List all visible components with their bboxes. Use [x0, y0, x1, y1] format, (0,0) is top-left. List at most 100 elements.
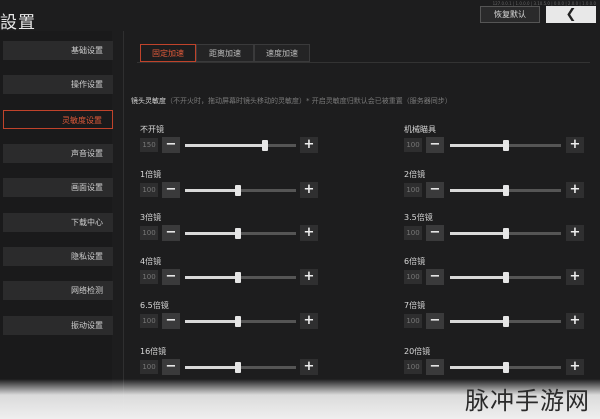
plus-button[interactable]: + [300, 182, 318, 198]
sensitivity-slider[interactable] [185, 362, 296, 373]
sensitivity-slider[interactable] [450, 272, 561, 283]
scope-value[interactable]: 150 [140, 138, 158, 152]
back-button[interactable]: ❮ [546, 6, 596, 23]
sensitivity-slider[interactable] [450, 185, 561, 196]
sensitivity-slider[interactable] [185, 272, 296, 283]
slider-thumb[interactable] [502, 185, 509, 196]
minus-button[interactable]: − [162, 182, 180, 198]
slider-thumb[interactable] [502, 316, 509, 327]
slider-thumb[interactable] [235, 362, 242, 373]
minus-button[interactable]: − [426, 182, 444, 198]
scope-value[interactable]: 100 [140, 314, 158, 328]
minus-button[interactable]: − [162, 359, 180, 375]
reset-default-button[interactable]: 恢复默认 [480, 6, 540, 23]
sensitivity-slider[interactable] [450, 228, 561, 239]
scope-label: 3倍镜 [140, 213, 162, 222]
section-title-text: 镜头灵敏度 [131, 97, 166, 105]
slider-fill [185, 144, 265, 147]
watermark: 脉冲手游网 [465, 387, 590, 415]
tab-fixed-accel[interactable]: 固定加速 [140, 44, 196, 62]
minus-button[interactable]: − [162, 225, 180, 241]
minus-button[interactable]: − [162, 313, 180, 329]
slider-fill [450, 189, 506, 192]
slider-thumb[interactable] [502, 228, 509, 239]
scope-label: 机械瞄具 [404, 125, 436, 134]
scope-label: 7倍镜 [404, 301, 426, 310]
sensitivity-slider[interactable] [450, 362, 561, 373]
scope-value[interactable]: 100 [404, 270, 422, 284]
sidebar-item-basic[interactable]: 基础设置 [3, 41, 113, 60]
sensitivity-slider[interactable] [450, 316, 561, 327]
scope-label: 20倍镜 [404, 347, 431, 356]
scope-value[interactable]: 100 [140, 183, 158, 197]
tab-distance-accel[interactable]: 距离加速 [196, 44, 254, 62]
sidebar-item-privacy[interactable]: 隐私设置 [3, 247, 113, 266]
plus-button[interactable]: + [300, 225, 318, 241]
sidebar-item-downloads[interactable]: 下载中心 [3, 213, 113, 232]
minus-button[interactable]: − [426, 313, 444, 329]
slider-thumb[interactable] [235, 185, 242, 196]
scope-value[interactable]: 100 [140, 270, 158, 284]
scope-value[interactable]: 100 [404, 226, 422, 240]
slider-fill [185, 320, 239, 323]
scope-label: 不开镜 [140, 125, 164, 134]
divider [123, 31, 124, 419]
slider-thumb[interactable] [235, 272, 242, 283]
scope-value[interactable]: 100 [404, 138, 422, 152]
sidebar-item-network[interactable]: 网络检测 [3, 281, 113, 300]
slider-fill [450, 320, 506, 323]
scope-value[interactable]: 100 [404, 360, 422, 374]
slider-thumb[interactable] [235, 228, 242, 239]
scope-label: 16倍镜 [140, 347, 167, 356]
slider-thumb[interactable] [261, 140, 268, 151]
sidebar-item-sound[interactable]: 声音设置 [3, 144, 113, 163]
sensitivity-slider[interactable] [185, 140, 296, 151]
slider-fill [450, 232, 506, 235]
scope-value[interactable]: 100 [140, 360, 158, 374]
slider-fill [185, 366, 239, 369]
plus-button[interactable]: + [566, 313, 584, 329]
sidebar: 基础设置 操作设置 灵敏度设置 声音设置 画面设置 下载中心 隐私设置 网络检测… [0, 31, 113, 419]
chevron-left-icon: ❮ [565, 7, 577, 22]
slider-thumb[interactable] [502, 140, 509, 151]
plus-button[interactable]: + [566, 137, 584, 153]
minus-button[interactable]: − [426, 359, 444, 375]
slider-fill [450, 366, 506, 369]
settings-screen: 設置 127.0.0.1 | 1.0.0.0 | 3.10.5.0 | 0.0.… [0, 0, 600, 419]
sidebar-item-sensitivity[interactable]: 灵敏度设置 [3, 110, 113, 129]
scope-value[interactable]: 100 [404, 183, 422, 197]
plus-button[interactable]: + [566, 359, 584, 375]
plus-button[interactable]: + [300, 359, 318, 375]
plus-button[interactable]: + [566, 269, 584, 285]
minus-button[interactable]: − [426, 225, 444, 241]
sidebar-item-graphics[interactable]: 画面设置 [3, 178, 113, 197]
tab-speed-accel[interactable]: 速度加速 [254, 44, 310, 62]
sensitivity-slider[interactable] [185, 316, 296, 327]
slider-thumb[interactable] [502, 272, 509, 283]
minus-button[interactable]: − [426, 137, 444, 153]
slider-fill [185, 276, 239, 279]
sidebar-item-vibration[interactable]: 振动设置 [3, 316, 113, 335]
sensitivity-slider[interactable] [185, 228, 296, 239]
section-title: 镜头灵敏度（不开火时，拖动屏幕时镜头移动的灵敏度）* 开启灵敏度归默认会已被重置… [131, 96, 452, 106]
minus-button[interactable]: − [426, 269, 444, 285]
scope-label: 2倍镜 [404, 170, 426, 179]
plus-button[interactable]: + [566, 182, 584, 198]
plus-button[interactable]: + [300, 269, 318, 285]
plus-button[interactable]: + [300, 137, 318, 153]
plus-button[interactable]: + [300, 313, 318, 329]
scope-value[interactable]: 100 [140, 226, 158, 240]
slider-thumb[interactable] [235, 316, 242, 327]
scope-label: 6.5倍镜 [140, 301, 169, 310]
sensitivity-slider[interactable] [185, 185, 296, 196]
sensitivity-slider[interactable] [450, 140, 561, 151]
slider-thumb[interactable] [502, 362, 509, 373]
tab-underline [137, 62, 590, 63]
minus-button[interactable]: − [162, 137, 180, 153]
minus-button[interactable]: − [162, 269, 180, 285]
sidebar-item-controls[interactable]: 操作设置 [3, 75, 113, 94]
slider-fill [185, 189, 239, 192]
plus-button[interactable]: + [566, 225, 584, 241]
scope-label: 6倍镜 [404, 257, 426, 266]
scope-value[interactable]: 100 [404, 314, 422, 328]
